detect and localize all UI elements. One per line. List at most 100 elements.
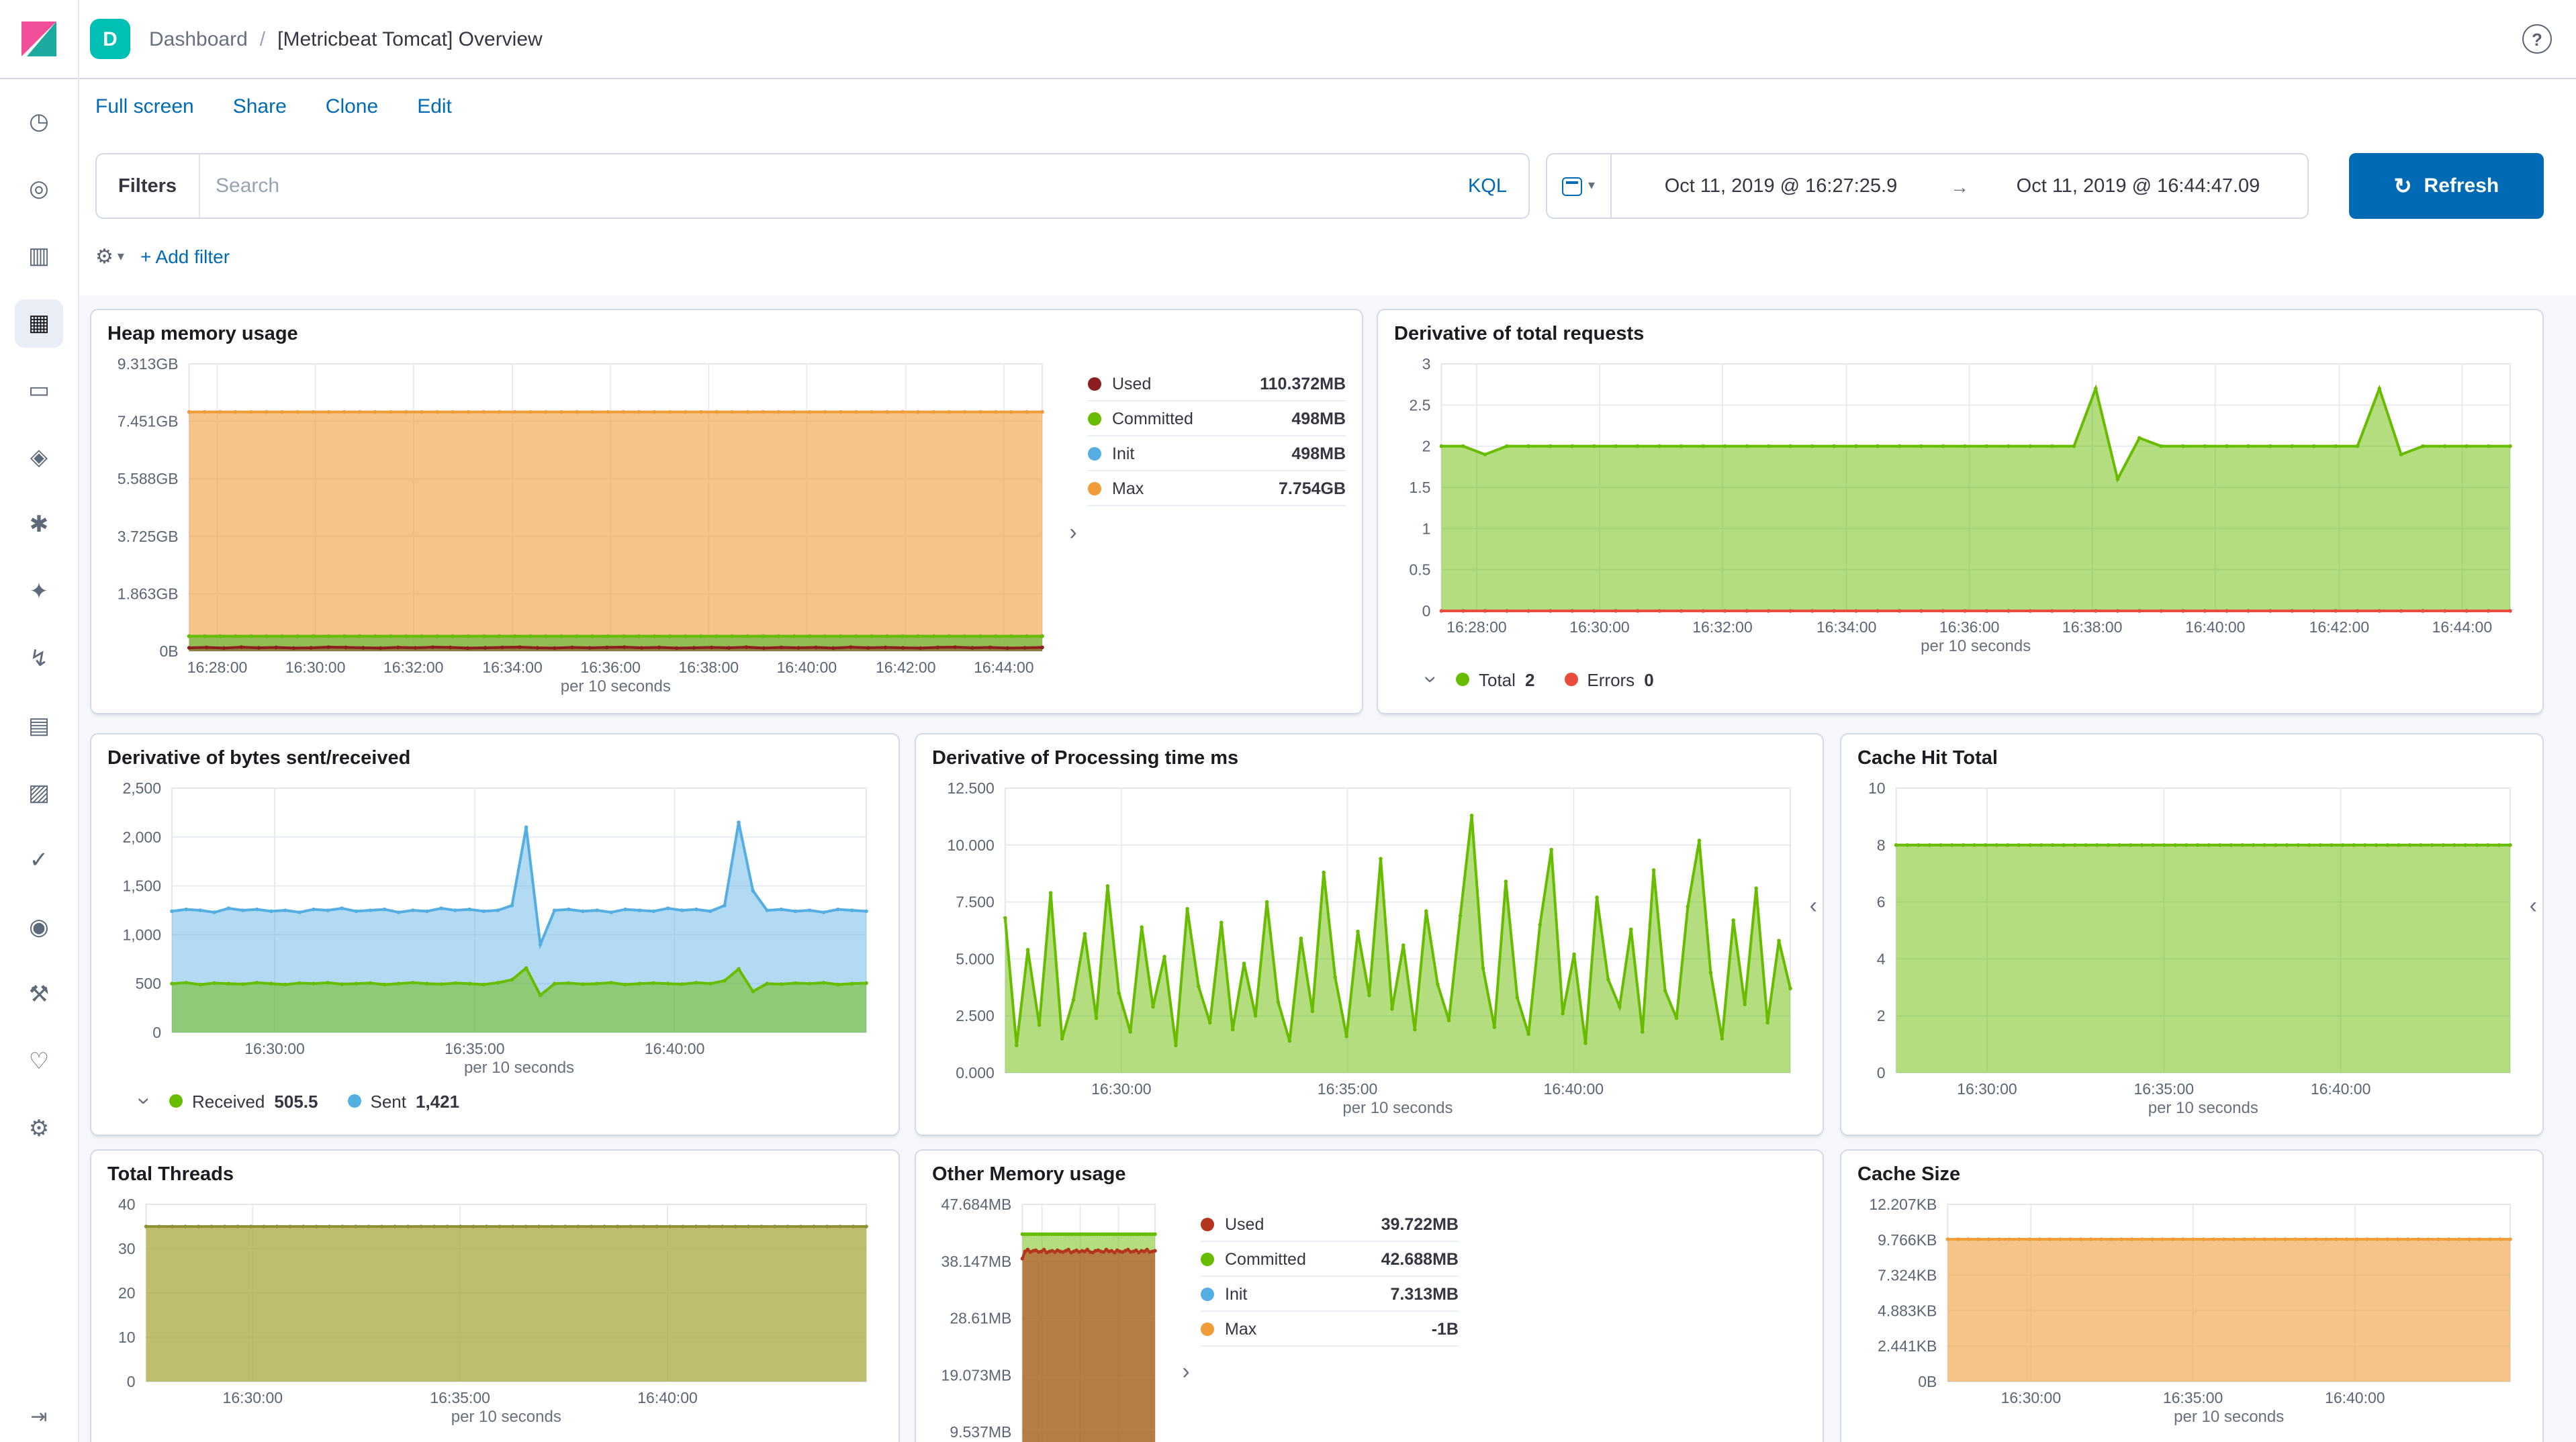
svg-text:16:34:00: 16:34:00 (482, 659, 543, 676)
svg-text:16:44:00: 16:44:00 (2432, 618, 2493, 636)
calendar-button[interactable]: ▾ (1547, 154, 1612, 218)
legend-item[interactable]: Sent1,421 (348, 1091, 460, 1111)
svg-text:10: 10 (118, 1329, 136, 1346)
legend-label: Init (1112, 444, 1134, 463)
sidebar-item-logs[interactable]: ▤ (15, 702, 63, 751)
legend-collapse-chevron-icon[interactable]: › (128, 1086, 160, 1116)
bytes-sent-received-chart[interactable]: 05001,0001,5002,0002,50016:30:0016:35:00… (107, 775, 882, 1081)
svg-text:16:28:00: 16:28:00 (1446, 618, 1507, 636)
legend-row[interactable]: Init498MB (1088, 436, 1346, 471)
breadcrumb-dashboard[interactable]: Dashboard (149, 28, 248, 50)
svg-text:16:35:00: 16:35:00 (445, 1040, 505, 1057)
help-button[interactable]: ? (2522, 24, 2552, 54)
recently-viewed-icon: ◷ (29, 109, 49, 136)
legend-row[interactable]: Max7.754GB (1088, 471, 1346, 506)
refresh-button[interactable]: ↻ Refresh (2349, 153, 2544, 219)
chart-legend: › Received505.5 Sent1,421 (107, 1081, 882, 1121)
menu-edit[interactable]: Edit (417, 95, 452, 118)
filter-options-button[interactable]: ⚙ ▾ (95, 244, 124, 269)
menu-full-screen[interactable]: Full screen (95, 95, 194, 118)
svg-text:16:28:00: 16:28:00 (187, 659, 248, 676)
collapse-icon: ⇥ (30, 1406, 47, 1429)
panel-heap-memory-usage: Heap memory usage 0B1.863GB3.725GB5.588G… (90, 309, 1363, 714)
sidebar-item-machine-learning[interactable]: ✱ (15, 501, 63, 549)
svg-text:per 10 seconds: per 10 seconds (451, 1408, 561, 1426)
sidebar-item-management[interactable]: ⚙ (15, 1105, 63, 1153)
svg-text:7.500: 7.500 (956, 894, 995, 911)
sidebar-item-canvas[interactable]: ▭ (15, 367, 63, 415)
refresh-label: Refresh (2424, 175, 2499, 197)
legend-collapse-chevron-icon[interactable]: › (1414, 665, 1446, 694)
add-filter-button[interactable]: + Add filter (140, 246, 230, 267)
legend-collapse-chevron-icon[interactable]: › (1058, 367, 1088, 700)
svg-text:5.588GB: 5.588GB (118, 470, 179, 487)
other-memory-chart[interactable]: 0B9.537MB19.073MB28.61MB38.147MB47.684MB… (932, 1191, 1171, 1442)
sidebar-item-maps[interactable]: ◈ (15, 434, 63, 482)
total-requests-chart[interactable]: 00.511.522.5316:28:0016:30:0016:32:0016:… (1394, 350, 2526, 659)
breadcrumb-separator: / (260, 28, 265, 50)
sidebar-item-siem[interactable]: ◉ (15, 904, 63, 952)
collapse-nav-button[interactable]: ⇥ (0, 1404, 78, 1429)
svg-text:9.537MB: 9.537MB (950, 1423, 1011, 1441)
panel-other-memory-usage: Other Memory usage 0B9.537MB19.073MB28.6… (915, 1149, 1824, 1442)
panel-cache-size: Cache Size 0B2.441KB4.883KB7.324KB9.766K… (1840, 1149, 2544, 1442)
total-threads-chart[interactable]: 01020304016:30:0016:35:0016:40:00per 10 … (107, 1191, 882, 1430)
end-date-button[interactable]: Oct 11, 2019 @ 16:44:47.09 (1969, 175, 2307, 197)
cache-hit-chart[interactable]: 024681016:30:0016:35:0016:40:00per 10 se… (1857, 775, 2526, 1121)
panel-title: Total Threads (107, 1164, 882, 1186)
svg-text:0B: 0B (159, 642, 178, 660)
svg-text:0: 0 (1877, 1064, 1886, 1082)
processing-time-chart[interactable]: 0.0002.5005.0007.50010.00012.50016:30:00… (932, 775, 1806, 1121)
legend-row[interactable]: Used39.722MB (1201, 1207, 1459, 1242)
sidebar-item-dev-tools[interactable]: ⚒ (15, 971, 63, 1019)
svg-text:20: 20 (118, 1284, 136, 1302)
svg-text:2,500: 2,500 (122, 779, 161, 797)
legend-collapse-chevron-icon[interactable]: › (1171, 1207, 1201, 1442)
legend-expand-chevron-icon[interactable]: ‹ (2530, 893, 2537, 920)
kibana-logo[interactable] (0, 0, 78, 79)
sidebar-item-uptime[interactable]: ✓ (15, 836, 63, 885)
series-color-dot (1564, 673, 1577, 686)
sidebar-item-stack-monitoring[interactable]: ♡ (15, 1038, 63, 1086)
cache-size-chart[interactable]: 0B2.441KB4.883KB7.324KB9.766KB12.207KB16… (1857, 1191, 2526, 1430)
legend-row[interactable]: Committed498MB (1088, 401, 1346, 436)
heap-memory-chart[interactable]: 0B1.863GB3.725GB5.588GB7.451GB9.313GB16:… (107, 350, 1058, 700)
dashboard-icon: ▦ (28, 310, 50, 337)
svg-text:16:30:00: 16:30:00 (223, 1389, 283, 1406)
svg-text:2.441KB: 2.441KB (1878, 1337, 1937, 1355)
svg-text:1,500: 1,500 (122, 877, 161, 895)
legend-item[interactable]: Total2 (1456, 669, 1534, 689)
legend-expand-chevron-icon[interactable]: ‹ (1810, 893, 1817, 920)
start-date-button[interactable]: Oct 11, 2019 @ 16:27:25.9 (1612, 175, 1950, 197)
svg-text:16:42:00: 16:42:00 (876, 659, 936, 676)
chart-legend: › Total2 Errors0 (1394, 659, 2526, 700)
sidebar-item-graph[interactable]: ✦ (15, 568, 63, 616)
legend-item[interactable]: Errors0 (1564, 669, 1653, 689)
search-input[interactable] (199, 175, 1446, 197)
legend-row[interactable]: Committed42.688MB (1201, 1242, 1459, 1277)
sidebar-item-recently-viewed[interactable]: ◷ (15, 98, 63, 146)
caret-down-icon: ▾ (118, 249, 124, 264)
sidebar-item-metrics[interactable]: ▨ (15, 769, 63, 818)
legend-value: 7.754GB (1279, 479, 1346, 497)
menu-clone[interactable]: Clone (326, 95, 378, 118)
svg-text:16:36:00: 16:36:00 (580, 659, 641, 676)
legend-row[interactable]: Max-1B (1201, 1312, 1459, 1347)
space-avatar[interactable]: D (90, 19, 130, 59)
filters-button[interactable]: Filters (97, 154, 199, 218)
sidebar-item-dashboard[interactable]: ▦ (15, 299, 63, 348)
kql-button[interactable]: KQL (1446, 175, 1528, 197)
legend-row[interactable]: Init7.313MB (1201, 1277, 1459, 1312)
sidebar-item-apm[interactable]: ↯ (15, 635, 63, 683)
svg-text:per 10 seconds: per 10 seconds (2174, 1408, 2284, 1426)
sidebar-item-visualize[interactable]: ▥ (15, 232, 63, 281)
legend-value: 7.313MB (1391, 1284, 1459, 1303)
sidebar-item-discover[interactable]: ◎ (15, 165, 63, 213)
graph-icon: ✦ (30, 579, 49, 606)
menu-share[interactable]: Share (233, 95, 287, 118)
svg-text:8: 8 (1877, 836, 1886, 854)
legend-row[interactable]: Used110.372MB (1088, 367, 1346, 401)
legend-value: 0 (1644, 669, 1653, 689)
legend-item[interactable]: Received505.5 (169, 1091, 318, 1111)
legend-table: Used110.372MBCommitted498MBInit498MBMax7… (1088, 367, 1346, 700)
